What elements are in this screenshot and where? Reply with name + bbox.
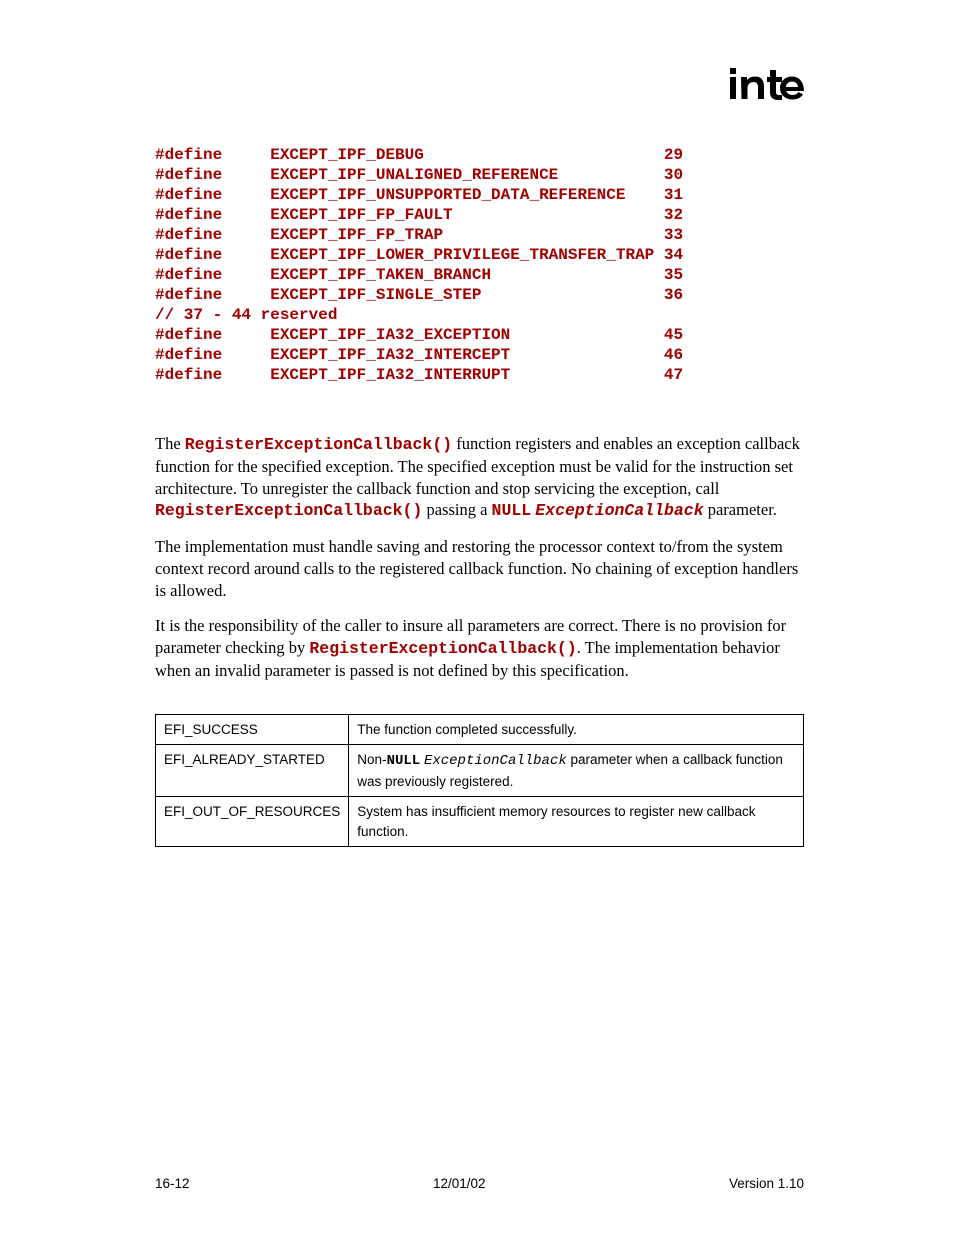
status-key: EFI_OUT_OF_RESOURCES	[156, 797, 349, 847]
description-paragraph-2: The implementation must handle saving an…	[155, 536, 804, 601]
description-paragraph-1: The RegisterExceptionCallback() function…	[155, 433, 804, 522]
code-inline: NULL	[492, 501, 532, 520]
code-inline: NULL	[387, 753, 421, 769]
footer-center: 12/01/02	[433, 1176, 486, 1191]
table-row: EFI_SUCCESS The function completed succe…	[156, 714, 804, 745]
description-paragraph-3: It is the responsibility of the caller t…	[155, 615, 804, 681]
code-inline: RegisterExceptionCallback()	[185, 435, 452, 454]
text: Non-	[357, 752, 386, 767]
status-desc: Non-NULL ExceptionCallback parameter whe…	[349, 745, 804, 797]
code-inline: RegisterExceptionCallback()	[155, 501, 422, 520]
code-italic: ExceptionCallback	[424, 753, 567, 769]
status-key: EFI_SUCCESS	[156, 714, 349, 745]
status-desc: System has insufficient memory resources…	[349, 797, 804, 847]
table-row: EFI_ALREADY_STARTED Non-NULL ExceptionCa…	[156, 745, 804, 797]
footer-right: Version 1.10	[729, 1176, 804, 1191]
page-footer: 16-12 12/01/02 Version 1.10	[155, 1176, 804, 1191]
code-inline: RegisterExceptionCallback()	[309, 639, 576, 658]
table-row: EFI_OUT_OF_RESOURCES System has insuffic…	[156, 797, 804, 847]
status-key: EFI_ALREADY_STARTED	[156, 745, 349, 797]
status-codes-table: EFI_SUCCESS The function completed succe…	[155, 714, 804, 848]
code-italic: ExceptionCallback	[535, 501, 703, 520]
define-code-block: #define EXCEPT_IPF_DEBUG 29 #define EXCE…	[155, 145, 804, 385]
text: parameter.	[704, 500, 777, 519]
text: The	[155, 434, 185, 453]
status-desc: The function completed successfully.	[349, 714, 804, 745]
footer-left: 16-12	[155, 1176, 190, 1191]
brand-logo	[155, 64, 804, 109]
text: passing a	[422, 500, 491, 519]
